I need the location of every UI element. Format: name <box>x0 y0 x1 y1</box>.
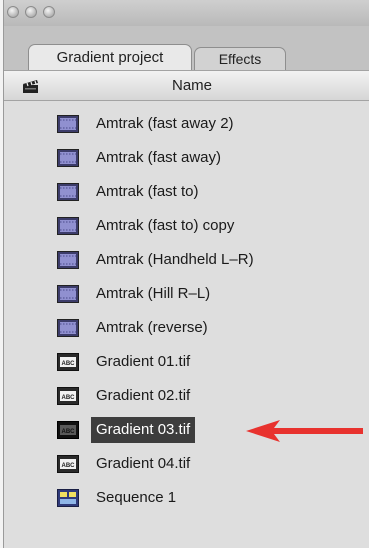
list-item[interactable]: Amtrak (fast away) <box>4 141 369 175</box>
list-item[interactable]: Sequence 1 <box>4 481 369 515</box>
list-item[interactable]: ABC Gradient 04.tif <box>4 447 369 481</box>
sequence-icon <box>57 489 79 507</box>
red-arrow-annotation <box>246 420 363 442</box>
item-label: Gradient 02.tif <box>96 387 191 404</box>
item-label: Amtrak (fast to) <box>96 183 199 200</box>
close-window-button[interactable] <box>7 6 19 18</box>
name-column-label: Name <box>172 77 213 94</box>
clip-icon <box>57 115 79 133</box>
still-image-icon: ABC <box>57 455 79 473</box>
clip-icon <box>57 251 79 269</box>
column-header-name[interactable]: Name <box>4 70 369 101</box>
list-item[interactable]: Amtrak (fast to) <box>4 175 369 209</box>
list-item[interactable]: Amtrak (fast to) copy <box>4 209 369 243</box>
list-item[interactable]: ABC Gradient 01.tif <box>4 345 369 379</box>
clip-icon <box>57 285 79 303</box>
item-label: Amtrak (fast away) <box>96 149 222 166</box>
clip-icon <box>57 319 79 337</box>
list-item[interactable]: Amtrak (reverse) <box>4 311 369 345</box>
tab-gradient-project[interactable]: Gradient project <box>28 44 192 70</box>
list-item[interactable]: Amtrak (Hill R–L) <box>4 277 369 311</box>
tab-effects[interactable]: Effects <box>194 47 286 70</box>
list-item[interactable]: ABC Gradient 02.tif <box>4 379 369 413</box>
item-label: Amtrak (fast away 2) <box>96 115 234 132</box>
svg-text:ABC: ABC <box>62 429 76 435</box>
item-label: Amtrak (Hill R–L) <box>96 285 211 302</box>
item-label: Gradient 04.tif <box>96 455 191 472</box>
svg-text:ABC: ABC <box>62 463 76 469</box>
svg-text:ABC: ABC <box>62 395 76 401</box>
browser-item-list: Amtrak (fast away 2) Amtrak (fast away) … <box>4 101 369 548</box>
item-label: Amtrak (Handheld L–R) <box>96 251 254 268</box>
clip-icon <box>57 183 79 201</box>
clapperboard-icon <box>23 80 38 93</box>
list-item[interactable]: Amtrak (Handheld L–R) <box>4 243 369 277</box>
item-label: Gradient 03.tif <box>91 417 196 443</box>
item-label: Gradient 01.tif <box>96 353 191 370</box>
title-bar[interactable] <box>4 0 369 27</box>
item-label: Sequence 1 <box>96 489 177 506</box>
still-image-icon: ABC <box>57 421 79 439</box>
clip-icon <box>57 217 79 235</box>
item-label: Amtrak (reverse) <box>96 319 208 336</box>
browser-window: Gradient project Effects Name Amtrak (fa… <box>3 0 369 548</box>
minimize-window-button[interactable] <box>25 6 37 18</box>
clip-icon <box>57 149 79 167</box>
svg-text:ABC: ABC <box>62 361 76 367</box>
still-image-icon: ABC <box>57 353 79 371</box>
still-image-icon: ABC <box>57 387 79 405</box>
zoom-window-button[interactable] <box>43 6 55 18</box>
list-item[interactable]: Amtrak (fast away 2) <box>4 107 369 141</box>
item-label: Amtrak (fast to) copy <box>96 217 235 234</box>
